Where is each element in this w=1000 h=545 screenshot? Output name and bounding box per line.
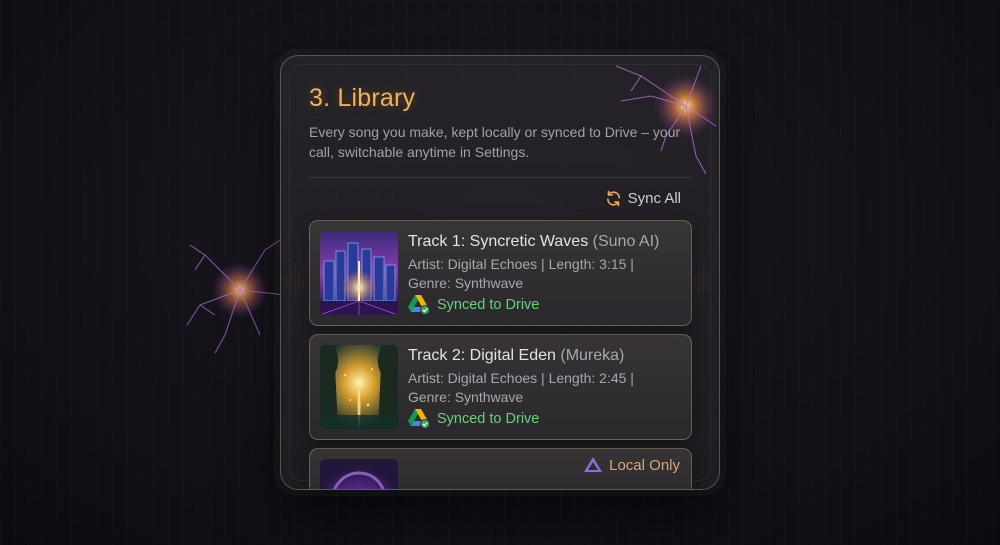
divider bbox=[309, 177, 691, 178]
track-card[interactable]: Track 2: Digital Eden (Mureka) Artist: D… bbox=[309, 334, 692, 440]
sync-status-label: Local Only bbox=[609, 456, 680, 474]
track-title-line: Track 1: Syncretic Waves (Suno AI) bbox=[408, 233, 659, 251]
sync-status: Synced to Drive bbox=[408, 295, 539, 315]
google-drive-icon bbox=[408, 295, 430, 315]
local-drive-icon bbox=[584, 457, 603, 472]
page-title: 3. Library bbox=[309, 84, 416, 112]
sync-icon bbox=[606, 190, 620, 206]
track-title-line: Track 2: Digital Eden (Mureka) bbox=[408, 347, 624, 365]
sync-status-label: Synced to Drive bbox=[437, 411, 540, 427]
google-drive-icon bbox=[408, 409, 430, 429]
purple-orb-artwork bbox=[320, 459, 398, 489]
sync-status-label: Synced to Drive bbox=[437, 297, 540, 313]
track-title: Track 2: Digital Eden bbox=[408, 347, 556, 364]
neon-city-artwork bbox=[320, 231, 398, 315]
track-title: Track 1: Syncretic Waves bbox=[408, 233, 589, 250]
track-source: (Mureka) bbox=[560, 347, 625, 364]
track-card[interactable]: Local Only bbox=[309, 448, 692, 489]
track-meta: Artist: Digital Echoes | Length: 3:15 | … bbox=[408, 256, 634, 291]
glowing-forest-artwork bbox=[320, 345, 398, 429]
track-meta: Artist: Digital Echoes | Length: 2:45 | … bbox=[408, 370, 634, 405]
sync-all-button[interactable]: Sync All bbox=[605, 188, 681, 208]
sync-all-label: Sync All bbox=[627, 189, 681, 207]
track-card[interactable]: Track 1: Syncretic Waves (Suno AI) Artis… bbox=[309, 220, 692, 326]
track-source: (Suno AI) bbox=[592, 233, 660, 250]
library-panel: 3. Library Every song you make, kept loc… bbox=[280, 55, 720, 490]
page-subtitle: Every song you make, kept locally or syn… bbox=[309, 124, 681, 160]
sync-status: Synced to Drive bbox=[408, 409, 539, 429]
sync-status: Local Only bbox=[583, 456, 680, 474]
left-neuron-decoration bbox=[186, 239, 286, 354]
